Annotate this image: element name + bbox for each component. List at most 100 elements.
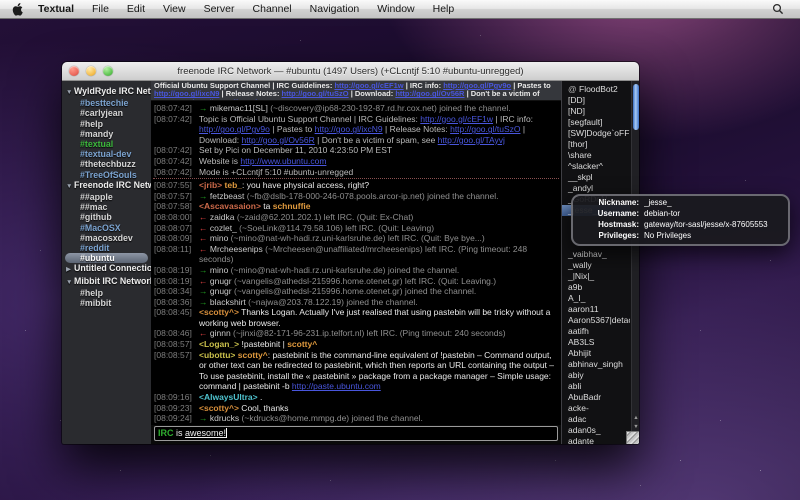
userlist-item[interactable]: [thor] — [562, 139, 630, 150]
text-segment: ← — [199, 244, 210, 254]
sidebar-channel-apple[interactable]: ##apple — [62, 192, 151, 202]
text-segment: zaidka — [210, 212, 237, 222]
userlist-item[interactable]: _|Nix|_ — [562, 271, 630, 282]
sidebar-channel-ubuntu[interactable]: #ubuntu — [65, 253, 148, 263]
menu-view[interactable]: View — [154, 3, 195, 15]
sidebar-channel-mandy[interactable]: #mandy — [62, 129, 151, 139]
sidebar-channel-thetechbuzz[interactable]: #thetechbuzz — [62, 159, 151, 169]
link[interactable]: http://goo.gl/TAyvj — [438, 135, 505, 145]
tooltip-field-value: _jesse_ — [644, 198, 780, 209]
userlist-item[interactable]: acke- — [562, 403, 630, 414]
userlist-item[interactable]: _andyl — [562, 183, 630, 194]
sidebar-group-untitled-connection[interactable]: ▶Untitled Connection — [62, 263, 151, 275]
sidebar-group-mibbit-irc-network[interactable]: ▼Mibbit IRC Network — [62, 276, 151, 288]
resize-grip[interactable] — [626, 431, 639, 444]
menu-channel[interactable]: Channel — [244, 3, 301, 15]
userlist-item[interactable]: AbuBadr — [562, 392, 630, 403]
nickname: abhinav_singh — [568, 359, 623, 369]
scrollbar-thumb[interactable] — [633, 84, 639, 130]
menu-navigation[interactable]: Navigation — [301, 3, 369, 15]
spotlight-search-icon[interactable] — [772, 3, 790, 15]
disclosure-triangle-icon[interactable]: ▼ — [66, 278, 74, 288]
disclosure-triangle-icon[interactable]: ▼ — [66, 88, 74, 98]
user-info-tooltip: Nickname:_jesse_Username:debian-torHostm… — [571, 194, 790, 246]
link[interactable]: http://goo.gl/ixcN9 — [315, 124, 383, 134]
menu-textual[interactable]: Textual — [29, 3, 83, 15]
sidebar-channel-help[interactable]: #help — [62, 119, 151, 129]
link[interactable]: http://goo.gl/Ov56R — [242, 135, 315, 145]
userlist-item[interactable]: A_I_ — [562, 293, 630, 304]
userlist-item[interactable]: __skpl — [562, 172, 630, 183]
sidebar-channel-help[interactable]: #help — [62, 288, 151, 298]
window-title-bar[interactable]: freenode IRC Network — #ubuntu (1497 Use… — [62, 62, 639, 81]
menu-items: TextualFileEditViewServerChannelNavigati… — [29, 3, 463, 15]
timestamp: [08:07:57] — [151, 191, 199, 202]
timestamp: [08:08:57] — [151, 339, 199, 350]
text-segment: (~jinxi@82-171-96-231.ip.telfort.nl) lef… — [233, 328, 506, 338]
userlist-item[interactable]: @ FloodBot2 — [562, 84, 630, 95]
userlist-item[interactable]: Aaron5367|detach — [562, 315, 630, 326]
userlist-item[interactable]: abiy — [562, 370, 630, 381]
userlist-item[interactable]: adac — [562, 414, 630, 425]
userlist-item[interactable]: _wally — [562, 260, 630, 271]
history-separator — [153, 178, 559, 179]
chat-message: [08:08:57]<ubottu> scotty^: pastebinit i… — [151, 350, 561, 392]
text-segment: blackshirt — [210, 297, 248, 307]
chat-message: [08:07:42]Mode is +CLcntjf 5:10 #ubuntu-… — [151, 167, 561, 178]
scrollbar-up-arrow[interactable]: ▲ — [632, 414, 639, 422]
menu-help[interactable]: Help — [424, 3, 464, 15]
userlist-item[interactable]: aatifh — [562, 326, 630, 337]
userlist-item[interactable]: [segfault] — [562, 117, 630, 128]
userlist-item[interactable]: adan0s_ — [562, 425, 630, 436]
userlist-item[interactable]: \share — [562, 150, 630, 161]
sidebar-channel-TreeOfSouls[interactable]: #TreeOfSouls — [62, 170, 151, 180]
text-segment: : you have physical access, right? — [242, 180, 369, 190]
userlist-item[interactable]: ^slacker^ — [562, 161, 630, 172]
menu-file[interactable]: File — [83, 3, 118, 15]
link[interactable]: http://goo.gl/tuSzO — [450, 124, 520, 134]
sidebar-group-freenode-irc-network[interactable]: ▼Freenode IRC Network — [62, 180, 151, 192]
menu-edit[interactable]: Edit — [118, 3, 154, 15]
userlist-scrollbar[interactable]: ▲ ▼ — [631, 81, 639, 444]
link[interactable]: http://goo.gl/cEF1w — [420, 114, 493, 124]
sidebar-group-wyldryde-irc-network[interactable]: ▼WyldRyde IRC Network — [62, 86, 151, 98]
message-body: ← Mrcheesenips (~Mrcheesen@unaffiliated/… — [199, 244, 561, 265]
link[interactable]: http://goo.gl/Pgv9o — [199, 124, 270, 134]
userlist-item[interactable]: abli — [562, 381, 630, 392]
userlist-item[interactable]: a9b — [562, 282, 630, 293]
message-body: <scotty^> Cool, thanks — [199, 403, 561, 414]
userlist-item[interactable]: AB3LS — [562, 337, 630, 348]
link[interactable]: http://goo.gl/tuSzO — [282, 89, 349, 98]
link[interactable]: http://www.ubuntu.com — [240, 156, 326, 166]
disclosure-triangle-icon[interactable]: ▶ — [66, 265, 74, 275]
apple-menu-icon[interactable] — [12, 3, 23, 16]
userlist-item[interactable]: aaron11 — [562, 304, 630, 315]
sidebar-channel-MacOSX[interactable]: #MacOSX — [62, 223, 151, 233]
userlist-item[interactable]: _vaibhav_ — [562, 249, 630, 260]
menu-server[interactable]: Server — [195, 3, 244, 15]
sidebar-channel-mac[interactable]: ##mac — [62, 202, 151, 212]
scrollbar-down-arrow[interactable]: ▼ — [632, 423, 639, 431]
link[interactable]: http://goo.gl/Ov56R — [395, 89, 464, 98]
userlist-item[interactable]: abhinav_singh — [562, 359, 630, 370]
menu-window[interactable]: Window — [368, 3, 423, 15]
sidebar-channel-carlyjean[interactable]: #carlyjean — [62, 108, 151, 118]
sidebar-channel-github[interactable]: #github — [62, 212, 151, 222]
disclosure-triangle-icon[interactable]: ▼ — [66, 182, 74, 192]
sidebar-channel-reddit[interactable]: #reddit — [62, 243, 151, 253]
nickname: [segfault] — [568, 117, 603, 127]
userlist-item[interactable]: [DD] — [562, 95, 630, 106]
sidebar-channel-besttechie[interactable]: #besttechie — [62, 98, 151, 108]
nickname: _wally — [568, 260, 592, 270]
userlist-item[interactable]: Abhijit — [562, 348, 630, 359]
link[interactable]: http://paste.ubuntu.com — [292, 381, 381, 391]
sidebar-channel-textual[interactable]: #textual — [62, 139, 151, 149]
message-input[interactable]: IRC is awesome! — [154, 426, 558, 441]
sidebar-channel-mibbit[interactable]: #mibbit — [62, 298, 151, 308]
sidebar-channel-textual-dev[interactable]: #textual-dev — [62, 149, 151, 159]
sidebar-group-label: WyldRyde IRC Network — [74, 86, 151, 96]
userlist-item[interactable]: adante — [562, 436, 630, 444]
userlist-item[interactable]: [ND] — [562, 106, 630, 117]
sidebar-channel-macosxdev[interactable]: #macosxdev — [62, 233, 151, 243]
userlist-item[interactable]: [SW]Dodge`oFF — [562, 128, 630, 139]
